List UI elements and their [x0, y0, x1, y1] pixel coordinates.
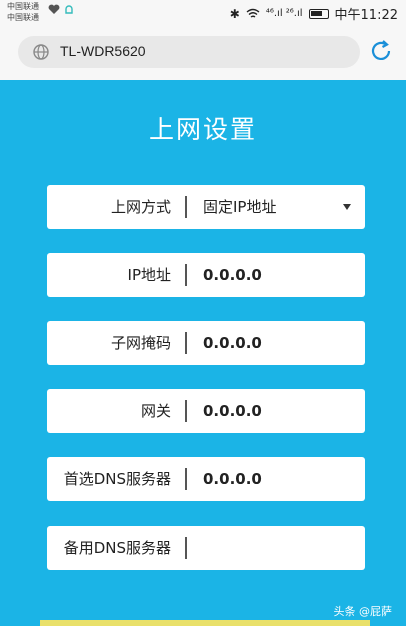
primary-dns-label: 首选DNS服务器 — [63, 470, 171, 488]
status-bar: 中国联通 中国联通 ✱ ⁴⁶.ıl ²⁶.ıl 中午11:22 — [0, 0, 406, 26]
subnet-mask-label: 子网掩码 — [110, 334, 171, 352]
browser-bar: TL-WDR5620 — [0, 26, 406, 80]
subnet-mask-field[interactable]: 子网掩码 0.0.0.0 — [47, 321, 365, 365]
field-divider — [185, 264, 187, 286]
signal-indicators: ⁴⁶.ıl ²⁶.ıl — [265, 8, 303, 19]
url-text: TL-WDR5620 — [60, 43, 146, 59]
globe-icon — [33, 44, 49, 60]
field-divider — [185, 196, 187, 218]
primary-dns-field[interactable]: 首选DNS服务器 0.0.0.0 — [47, 457, 365, 501]
connection-type-value: 固定IP地址 — [203, 198, 277, 216]
status-right: ✱ ⁴⁶.ıl ²⁶.ıl 中午11:22 — [229, 4, 398, 24]
carrier-info: 中国联通 中国联通 — [7, 1, 39, 23]
page-title: 上网设置 — [148, 115, 257, 144]
gateway-field[interactable]: 网关 0.0.0.0 — [47, 389, 365, 433]
reload-icon[interactable] — [368, 38, 394, 64]
subnet-mask-value: 0.0.0.0 — [203, 334, 262, 352]
chevron-down-icon — [343, 204, 351, 210]
field-divider — [185, 537, 187, 559]
address-bar[interactable]: TL-WDR5620 — [18, 36, 360, 68]
gateway-value: 0.0.0.0 — [203, 402, 262, 420]
next-button-edge[interactable] — [40, 620, 370, 626]
connection-type-select[interactable]: 上网方式 固定IP地址 — [47, 185, 365, 229]
heart-icon — [48, 4, 60, 15]
primary-dns-value: 0.0.0.0 — [203, 470, 262, 488]
connection-type-label: 上网方式 — [110, 198, 171, 216]
status-time: 中午11:22 — [334, 8, 398, 23]
field-divider — [185, 400, 187, 422]
secondary-dns-field[interactable]: 备用DNS服务器 — [47, 526, 365, 570]
ip-address-label: IP地址 — [127, 266, 171, 284]
carrier-line-1: 中国联通 — [7, 2, 39, 11]
field-divider — [185, 468, 187, 490]
field-divider — [185, 332, 187, 354]
watermark: 头条 @屁萨 — [333, 605, 393, 618]
battery-icon — [308, 8, 329, 19]
carrier-line-2: 中国联通 — [7, 13, 39, 22]
secondary-dns-label: 备用DNS服务器 — [63, 539, 171, 557]
gateway-label: 网关 — [140, 402, 171, 420]
notification-icon — [65, 5, 73, 14]
wifi-icon — [246, 8, 260, 18]
ip-address-field[interactable]: IP地址 0.0.0.0 — [47, 253, 365, 297]
bluetooth-icon: ✱ — [229, 6, 240, 21]
status-icons-left — [48, 4, 74, 16]
ip-address-value: 0.0.0.0 — [203, 266, 262, 284]
